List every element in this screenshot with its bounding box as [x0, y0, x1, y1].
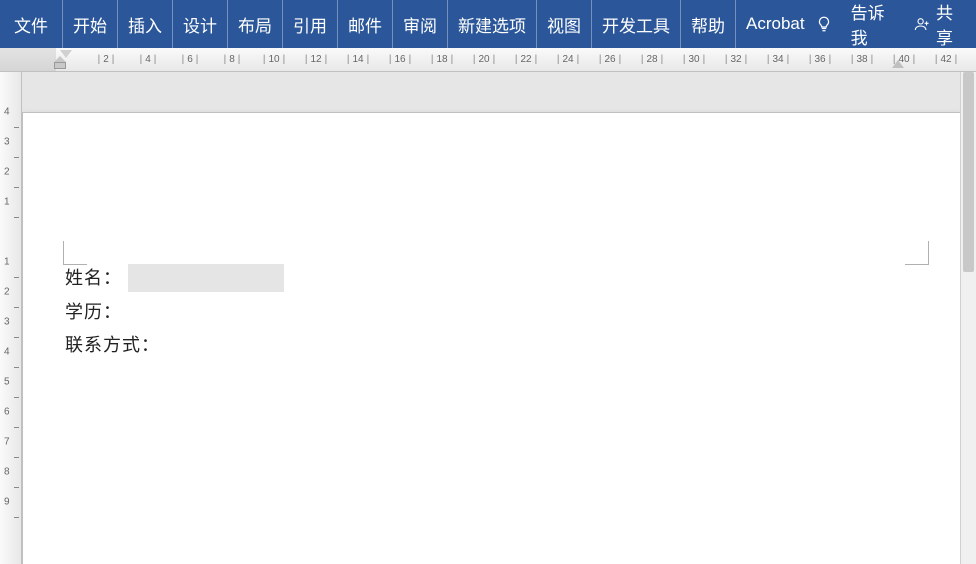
hanging-indent-marker[interactable]: [54, 62, 66, 72]
tab-developer[interactable]: 开发工具: [592, 0, 681, 48]
ruler-mark: 32: [725, 54, 747, 65]
ruler-mark: 6: [4, 407, 10, 418]
vertical-ruler[interactable]: 4 3 2 1 1 2 3 4 5 6 7 8 9: [0, 72, 22, 564]
ruler-mark: 20: [473, 54, 495, 65]
tab-help[interactable]: 帮助: [681, 0, 736, 48]
ruler-mark: 26: [599, 54, 621, 65]
document-page[interactable]: 姓名： 学历： 联系方式：: [22, 112, 962, 564]
label-education: 学历：: [65, 297, 122, 328]
field-row-contact: 联系方式：: [65, 330, 911, 361]
ruler-mark: 4: [4, 107, 10, 118]
tab-insert[interactable]: 插入: [118, 0, 173, 48]
ruler-mark: 22: [515, 54, 537, 65]
ruler-margin-top: [0, 72, 21, 232]
ruler-mark: 12: [305, 54, 327, 65]
document-area: 姓名： 学历： 联系方式：: [22, 72, 976, 564]
ruler-mark: 16: [389, 54, 411, 65]
label-contact: 联系方式：: [65, 330, 160, 361]
ruler-mark: 10: [263, 54, 285, 65]
ruler-mark: 18: [431, 54, 453, 65]
ruler-mark: 34: [767, 54, 789, 65]
ruler-mark: 1: [4, 257, 10, 268]
ruler-mark: 2: [4, 167, 10, 178]
right-indent-marker[interactable]: [892, 60, 904, 68]
tab-references[interactable]: 引用: [283, 0, 338, 48]
ribbon-bar: 文件 开始 插入 设计 布局 引用 邮件 审阅 新建选项 视图 开发工具 帮助 …: [0, 0, 976, 48]
margin-crop-top-left: [63, 241, 87, 265]
ruler-mark: 3: [4, 317, 10, 328]
ruler-mark: 28: [641, 54, 663, 65]
ruler-mark: 2: [98, 54, 115, 65]
tab-file[interactable]: 文件: [0, 0, 63, 48]
tab-acrobat[interactable]: Acrobat: [736, 0, 815, 48]
ruler-mark: 2: [4, 287, 10, 298]
label-name: 姓名：: [65, 263, 122, 294]
tab-new-options[interactable]: 新建选项: [448, 0, 537, 48]
tab-review[interactable]: 审阅: [393, 0, 448, 48]
ruler-mark: 30: [683, 54, 705, 65]
ribbon-right-section: 告诉我 共享: [815, 0, 976, 49]
tell-me-button[interactable]: [815, 15, 833, 33]
tab-home[interactable]: 开始: [63, 0, 118, 48]
ruler-mark: 42: [935, 54, 957, 65]
horizontal-ruler[interactable]: 24681012141618202224262830323436384042: [0, 48, 976, 72]
ruler-mark: 6: [182, 54, 199, 65]
lightbulb-icon: [815, 15, 833, 33]
ribbon-tabs: 文件 开始 插入 设计 布局 引用 邮件 审阅 新建选项 视图 开发工具 帮助 …: [0, 0, 815, 48]
ruler-mark: 4: [4, 347, 10, 358]
ruler-mark: 1: [4, 197, 10, 208]
margin-crop-top-right: [905, 241, 929, 265]
ruler-mark: 9: [4, 497, 10, 508]
tab-design[interactable]: 设计: [173, 0, 228, 48]
ruler-mark: 8: [224, 54, 241, 65]
page-content[interactable]: 姓名： 学历： 联系方式：: [65, 263, 911, 364]
scrollbar-thumb[interactable]: [963, 72, 974, 272]
vertical-scrollbar[interactable]: [960, 72, 976, 564]
ruler-mark: 24: [557, 54, 579, 65]
person-add-icon: [914, 15, 930, 33]
selection-highlight[interactable]: [128, 264, 284, 292]
ruler-mark: 38: [851, 54, 873, 65]
ruler-mark: 14: [347, 54, 369, 65]
tab-layout[interactable]: 布局: [228, 0, 283, 48]
tell-me-label[interactable]: 告诉我: [851, 0, 897, 49]
ruler-mark: 8: [4, 467, 10, 478]
tab-view[interactable]: 视图: [537, 0, 592, 48]
ruler-scale: 24681012141618202224262830323436384042: [24, 48, 976, 71]
share-button[interactable]: 共享: [914, 0, 966, 49]
ruler-mark: 4: [140, 54, 157, 65]
ruler-mark: 7: [4, 437, 10, 448]
ruler-mark: 5: [4, 377, 10, 388]
tab-mailings[interactable]: 邮件: [338, 0, 393, 48]
ruler-mark: 36: [809, 54, 831, 65]
ruler-mark: 3: [4, 137, 10, 148]
field-row-name: 姓名：: [65, 263, 911, 294]
share-label: 共享: [936, 0, 966, 49]
field-row-education: 学历：: [65, 297, 911, 328]
